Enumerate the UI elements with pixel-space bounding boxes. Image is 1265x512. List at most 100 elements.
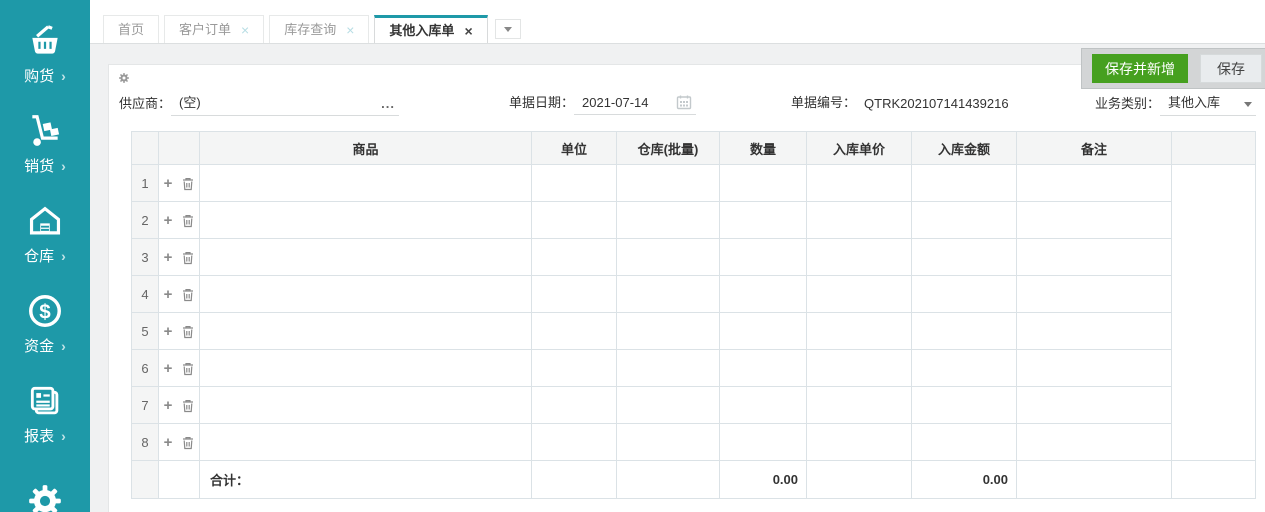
unit-price-cell[interactable] bbox=[806, 238, 912, 276]
add-row-icon[interactable]: + bbox=[164, 212, 173, 229]
col-header-unit-price: 入库单价 bbox=[806, 131, 912, 165]
report-icon bbox=[30, 386, 59, 415]
sidebar-item-reports[interactable]: 报表 › bbox=[24, 382, 66, 446]
delete-row-icon[interactable] bbox=[182, 177, 194, 191]
product-cell[interactable] bbox=[199, 201, 532, 239]
warehouse-cell[interactable] bbox=[616, 423, 720, 461]
tab-home[interactable]: 首页 bbox=[103, 15, 160, 43]
sidebar-item-sales[interactable]: 销货 › bbox=[24, 112, 66, 176]
product-cell[interactable] bbox=[199, 164, 532, 202]
remark-cell[interactable] bbox=[1016, 164, 1172, 202]
save-and-new-button[interactable]: 保存并新增 bbox=[1092, 54, 1188, 83]
delete-row-icon[interactable] bbox=[182, 362, 194, 376]
date-value[interactable]: 2021-07-14 bbox=[582, 95, 649, 110]
unit-price-cell[interactable] bbox=[806, 423, 912, 461]
quantity-cell[interactable] bbox=[719, 312, 807, 350]
unit-price-cell[interactable] bbox=[806, 201, 912, 239]
quantity-cell[interactable] bbox=[719, 201, 807, 239]
remark-cell[interactable] bbox=[1016, 238, 1172, 276]
close-icon[interactable]: × bbox=[346, 17, 354, 43]
amount-cell[interactable] bbox=[911, 275, 1017, 313]
amount-cell[interactable] bbox=[911, 312, 1017, 350]
add-row-icon[interactable]: + bbox=[164, 175, 173, 192]
remark-cell[interactable] bbox=[1016, 386, 1172, 424]
amount-cell[interactable] bbox=[911, 201, 1017, 239]
business-type-value[interactable]: 其他入库 bbox=[1168, 92, 1220, 111]
unit-cell[interactable] bbox=[531, 164, 617, 202]
warehouse-cell[interactable] bbox=[616, 275, 720, 313]
panel-settings-icon[interactable] bbox=[118, 72, 130, 84]
quantity-cell[interactable] bbox=[719, 423, 807, 461]
delete-row-icon[interactable] bbox=[182, 399, 194, 413]
supplier-value[interactable]: (空) bbox=[179, 92, 201, 111]
warehouse-cell[interactable] bbox=[616, 349, 720, 387]
supplier-picker-button[interactable]: ... bbox=[381, 96, 395, 111]
chevron-right-icon: › bbox=[61, 67, 66, 84]
tab-label: 其他入库单 bbox=[389, 22, 455, 38]
product-cell[interactable] bbox=[199, 238, 532, 276]
product-cell[interactable] bbox=[199, 312, 532, 350]
unit-cell[interactable] bbox=[531, 201, 617, 239]
warehouse-cell[interactable] bbox=[616, 164, 720, 202]
unit-cell[interactable] bbox=[531, 275, 617, 313]
sidebar-item-warehouse[interactable]: 仓库 › bbox=[24, 202, 66, 266]
add-row-icon[interactable]: + bbox=[164, 360, 173, 377]
unit-cell[interactable] bbox=[531, 312, 617, 350]
unit-price-cell[interactable] bbox=[806, 349, 912, 387]
unit-cell[interactable] bbox=[531, 349, 617, 387]
tab-list-dropdown-button[interactable] bbox=[494, 19, 521, 39]
tab-customer-orders[interactable]: 客户订单 × bbox=[164, 15, 265, 43]
quantity-cell[interactable] bbox=[719, 275, 807, 313]
unit-price-cell[interactable] bbox=[806, 275, 912, 313]
warehouse-cell[interactable] bbox=[616, 386, 720, 424]
add-row-icon[interactable]: + bbox=[164, 249, 173, 266]
unit-cell[interactable] bbox=[531, 386, 617, 424]
calendar-icon[interactable] bbox=[676, 94, 692, 110]
quantity-cell[interactable] bbox=[719, 164, 807, 202]
amount-cell[interactable] bbox=[911, 238, 1017, 276]
remark-cell[interactable] bbox=[1016, 423, 1172, 461]
product-cell[interactable] bbox=[199, 423, 532, 461]
amount-cell[interactable] bbox=[911, 386, 1017, 424]
add-row-icon[interactable]: + bbox=[164, 286, 173, 303]
warehouse-cell[interactable] bbox=[616, 201, 720, 239]
tab-other-inbound-order[interactable]: 其他入库单 × bbox=[374, 15, 488, 44]
remark-cell[interactable] bbox=[1016, 201, 1172, 239]
product-cell[interactable] bbox=[199, 386, 532, 424]
delete-row-icon[interactable] bbox=[182, 251, 194, 265]
quantity-cell[interactable] bbox=[719, 349, 807, 387]
unit-cell[interactable] bbox=[531, 423, 617, 461]
sidebar-item-funds[interactable]: $ 资金 › bbox=[24, 292, 66, 356]
quantity-cell[interactable] bbox=[719, 238, 807, 276]
delete-row-icon[interactable] bbox=[182, 214, 194, 228]
quantity-cell[interactable] bbox=[719, 386, 807, 424]
unit-price-cell[interactable] bbox=[806, 312, 912, 350]
remark-cell[interactable] bbox=[1016, 312, 1172, 350]
remark-cell[interactable] bbox=[1016, 275, 1172, 313]
close-icon[interactable]: × bbox=[241, 17, 249, 43]
delete-row-icon[interactable] bbox=[182, 325, 194, 339]
delete-row-icon[interactable] bbox=[182, 436, 194, 450]
add-row-icon[interactable]: + bbox=[164, 434, 173, 451]
warehouse-cell[interactable] bbox=[616, 312, 720, 350]
unit-price-cell[interactable] bbox=[806, 386, 912, 424]
amount-cell[interactable] bbox=[911, 349, 1017, 387]
amount-cell[interactable] bbox=[911, 423, 1017, 461]
tab-stock-query[interactable]: 库存查询 × bbox=[269, 15, 370, 43]
product-cell[interactable] bbox=[199, 349, 532, 387]
chevron-down-icon[interactable] bbox=[1244, 102, 1253, 107]
amount-cell[interactable] bbox=[911, 164, 1017, 202]
unit-cell[interactable] bbox=[531, 238, 617, 276]
remark-cell[interactable] bbox=[1016, 349, 1172, 387]
sidebar-item-purchase[interactable]: 购货 › bbox=[24, 22, 66, 86]
product-cell[interactable] bbox=[199, 275, 532, 313]
unit-price-cell[interactable] bbox=[806, 164, 912, 202]
add-row-icon[interactable]: + bbox=[164, 397, 173, 414]
settings-gear-icon[interactable] bbox=[26, 482, 64, 512]
delete-row-icon[interactable] bbox=[182, 288, 194, 302]
warehouse-cell[interactable] bbox=[616, 238, 720, 276]
add-row-icon[interactable]: + bbox=[164, 323, 173, 340]
close-icon[interactable]: × bbox=[464, 18, 472, 44]
sidebar-item-label: 资金 bbox=[24, 338, 55, 355]
save-button[interactable]: 保存 bbox=[1200, 54, 1262, 83]
